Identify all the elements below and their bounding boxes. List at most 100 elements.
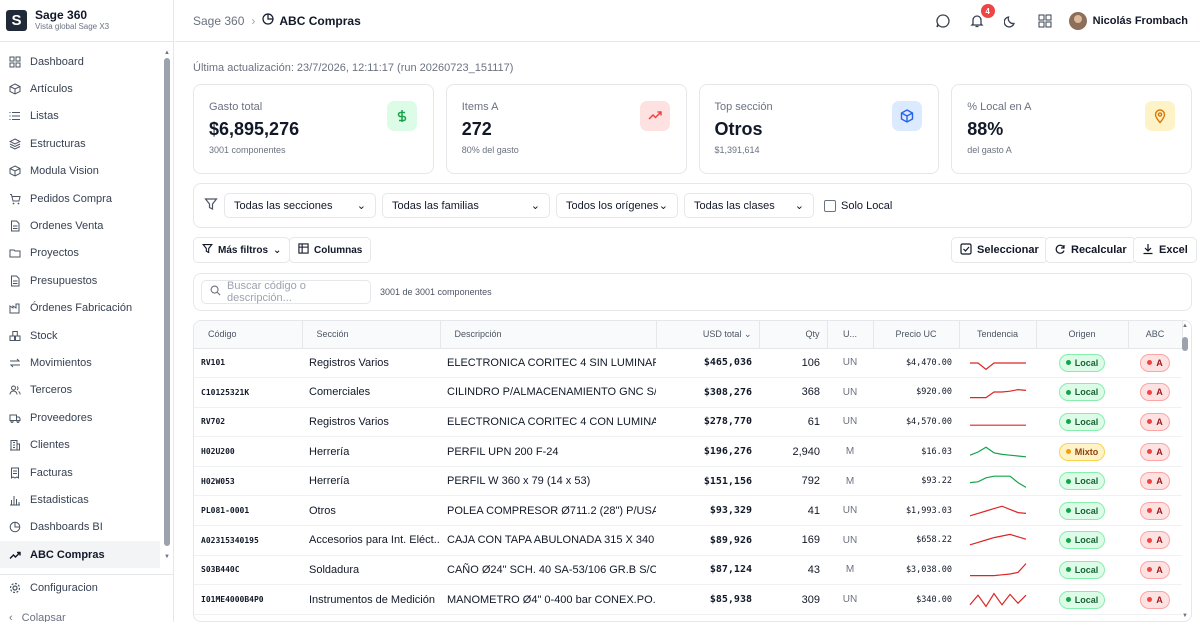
cell-abc: A: [1128, 584, 1182, 615]
col-qty[interactable]: Qty: [759, 321, 828, 349]
sidebar-item-listas[interactable]: Listas: [0, 103, 160, 130]
scroll-thumb[interactable]: [164, 58, 170, 546]
sidebar-item-proyectos[interactable]: Proyectos: [0, 240, 160, 267]
col-precio-uc[interactable]: Precio UC: [873, 321, 960, 349]
download-icon: [1142, 243, 1154, 258]
cell-origen: Local: [1036, 495, 1128, 527]
search-input[interactable]: Buscar código o descripción...: [201, 280, 371, 304]
select-familias[interactable]: Todas las familias ⌄: [382, 193, 550, 218]
sidebar-item-artículos[interactable]: Artículos: [0, 75, 160, 102]
recalcular-button[interactable]: Recalcular: [1045, 237, 1136, 263]
select-secciones[interactable]: Todas las secciones ⌄: [224, 193, 376, 218]
status-dot: [1147, 389, 1153, 395]
cell-tendencia: [959, 584, 1036, 615]
sidebar-item-terceros[interactable]: Terceros: [0, 377, 160, 404]
sparkline-line: [969, 446, 1026, 457]
scroll-up-arrow[interactable]: ▲: [163, 50, 171, 56]
recalcular-label: Recalcular: [1071, 244, 1127, 256]
sidebar-item-proveedores[interactable]: Proveedores: [0, 404, 160, 431]
theme-toggle[interactable]: [1001, 11, 1021, 31]
table-row[interactable]: PL081-0001 Otros POLEA COMPRESOR Ø711.2 (2…: [194, 495, 1182, 527]
brand[interactable]: S Sage 360 Vista global Sage X3: [0, 0, 173, 42]
solo-local-checkbox[interactable]: Solo Local: [824, 199, 892, 212]
cell-abc: A: [1128, 348, 1182, 379]
bar-chart-icon: [9, 494, 21, 506]
collapse-button[interactable]: ‹ Colapsar: [9, 612, 66, 622]
sidebar-item-label: Dashboards BI: [30, 521, 103, 534]
filter-icon: [204, 197, 218, 214]
sidebar-item-movimientos[interactable]: Movimientos: [0, 349, 160, 376]
sidebar-scrollbar[interactable]: ▲ ▼: [163, 50, 171, 570]
dollar-icon: [386, 101, 417, 131]
sidebar-item-dashboard[interactable]: Dashboard: [0, 48, 160, 75]
table-row[interactable]: RV702 Registros Varios ELECTRONICA CORITEC…: [194, 407, 1182, 438]
cell-usd-total: $465,036: [656, 348, 759, 379]
sparkline-line: [969, 592, 1026, 608]
cell-unidad: M: [827, 436, 873, 467]
origen-badge: Local: [1058, 383, 1106, 402]
checkbox-box[interactable]: [824, 199, 836, 212]
select-origenes[interactable]: Todos los orígenes ⌄: [556, 193, 678, 218]
sparkline: [969, 362, 1026, 370]
scroll-down-arrow[interactable]: ▼: [1181, 613, 1189, 619]
sidebar-item-órdenes-fabricación[interactable]: Órdenes Fabricación: [0, 295, 160, 322]
columnas-label: Columnas: [314, 244, 363, 256]
moon-icon: [1003, 16, 1015, 28]
cell-qty: 43: [759, 555, 827, 586]
sidebar-item-presupuestos[interactable]: Presupuestos: [0, 267, 160, 294]
sidebar-item-clientes[interactable]: Clientes: [0, 431, 160, 458]
columnas-button[interactable]: Columnas: [289, 237, 372, 263]
breadcrumb-root[interactable]: Sage 360: [193, 14, 244, 28]
apps-button[interactable]: [1035, 11, 1055, 31]
cell-tendencia: [959, 495, 1036, 527]
select-clases[interactable]: Todas las clases ⌄: [684, 193, 814, 218]
col-codigo[interactable]: Código: [194, 321, 303, 349]
sidebar-item-facturas[interactable]: Facturas: [0, 459, 160, 486]
kpi-card: Gasto total $6,895,276 3001 componentes: [193, 84, 434, 174]
sidebar-item-ordenes-venta[interactable]: Ordenes Venta: [0, 212, 160, 239]
chat-button[interactable]: [933, 11, 953, 31]
table-scrollbar[interactable]: ▲ ▼: [1181, 323, 1189, 621]
pie-chart-icon: [262, 13, 274, 28]
origen-badge: Local: [1058, 472, 1106, 491]
table-row[interactable]: H02W053 Herrería PERFIL W 360 x 79 (14 x 5…: [194, 466, 1182, 497]
user-menu[interactable]: Nicolás Frombach: [1068, 12, 1188, 30]
seleccionar-button[interactable]: Seleccionar: [951, 237, 1048, 263]
table-row[interactable]: RV101 Registros Varios ELECTRONICA CORITEC…: [194, 348, 1182, 379]
table-row[interactable]: A02315340195 Accesorios para Int. Eléct..…: [194, 525, 1182, 556]
scroll-down-arrow[interactable]: ▼: [163, 554, 171, 560]
col-usd-total[interactable]: USD total ⌄: [656, 321, 760, 349]
col-origen[interactable]: Origen: [1036, 321, 1129, 349]
sidebar-item-estructuras[interactable]: Estructuras: [0, 130, 160, 157]
col-seccion[interactable]: Sección: [302, 321, 441, 349]
sidebar-item-estadisticas[interactable]: Estadisticas: [0, 486, 160, 513]
sidebar-item-modula-vision[interactable]: Modula Vision: [0, 158, 160, 185]
mas-filtros-button[interactable]: Más filtros ⌄: [193, 237, 291, 263]
select-familias-value: Todas las familias: [392, 199, 479, 212]
excel-button[interactable]: Excel: [1133, 237, 1197, 263]
col-descripcion[interactable]: Descripción: [440, 321, 657, 349]
scroll-thumb[interactable]: [1182, 337, 1188, 351]
cell-abc: A: [1128, 436, 1182, 467]
table-row[interactable]: S03B440C Soldadura CAÑO Ø24" SCH. 40 SA-53…: [194, 555, 1182, 586]
sidebar-item-label: Facturas: [30, 466, 73, 479]
table-row[interactable]: C10125321K Comerciales CILINDRO P/ALMACENA…: [194, 377, 1182, 408]
col-unidad[interactable]: U...: [827, 321, 874, 349]
scroll-up-arrow[interactable]: ▲: [1181, 323, 1189, 329]
sidebar-item-abc-compras[interactable]: ABC Compras: [0, 541, 160, 569]
sidebar-item-configuracion[interactable]: Configuracion: [0, 575, 174, 601]
table-row[interactable]: H02U200 Herrería PERFIL UPN 200 F-24 $196,2…: [194, 436, 1182, 467]
cell-unidad: UN: [827, 495, 873, 527]
cell-abc: A: [1128, 525, 1182, 556]
col-tendencia[interactable]: Tendencia: [959, 321, 1037, 349]
col-abc[interactable]: ABC: [1128, 321, 1183, 349]
notifications-button[interactable]: 4: [967, 4, 995, 31]
cell-tendencia: [959, 348, 1036, 379]
cell-unidad: UN: [827, 377, 873, 408]
table-row[interactable]: I01ME4000B4P0 Instrumentos de Medición MAN…: [194, 584, 1182, 615]
sidebar-item-dashboards-bi[interactable]: Dashboards BI: [0, 514, 160, 541]
cell-codigo: RV702: [194, 407, 302, 438]
sidebar-item-stock[interactable]: Stock: [0, 322, 160, 349]
sidebar-item-pedidos-compra[interactable]: Pedidos Compra: [0, 185, 160, 212]
cell-tendencia: [959, 525, 1036, 556]
